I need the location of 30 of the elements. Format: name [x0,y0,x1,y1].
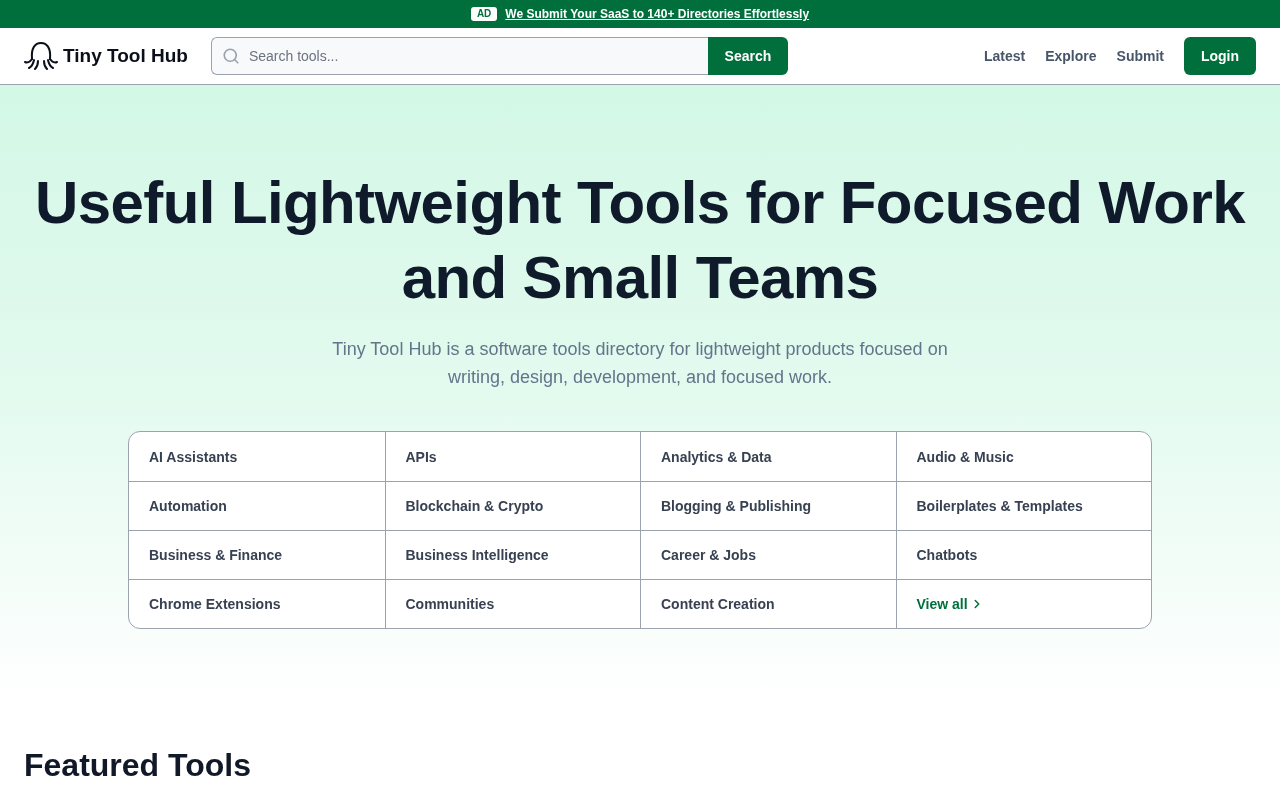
category-link[interactable]: Career & Jobs [640,530,896,579]
search-icon [221,47,240,65]
category-link[interactable]: Chatbots [895,530,1151,579]
nav-link[interactable]: Latest [983,48,1026,64]
category-link[interactable]: Blogging & Publishing [640,481,896,530]
category-link[interactable]: Content Creation [640,579,896,628]
nav-link[interactable]: Explore [1045,48,1097,64]
hero-subtitle: Tiny Tool Hub is a software tools directory for lightweight products focused on writing, design, development, and focused work. [331,338,949,389]
category-link[interactable]: Blockchain & Crypto [384,481,640,530]
banner-link[interactable]: We Submit Your SaaS to 140+ Directories Effortlessly [505,7,810,21]
nav-link[interactable]: Submit [1116,48,1164,64]
octopus-logo-icon [24,42,58,70]
section-heading: Featured Tools [24,747,252,784]
category-link[interactable]: Automation [129,481,385,530]
category-link[interactable]: Boilerplates & Templates [895,481,1151,530]
category-link[interactable]: APIs [384,432,640,481]
category-link[interactable]: Audio & Music [895,432,1151,481]
search-button[interactable]: Search [707,37,788,75]
category-link[interactable]: Business & Finance [129,530,385,579]
login-button[interactable]: Login [1184,37,1256,75]
category-link[interactable]: Chrome Extensions [129,579,385,628]
category-link[interactable]: Analytics & Data [640,432,896,481]
category-link[interactable]: AI Assistants [129,432,385,481]
search-field[interactable]: Search tools... [210,37,708,75]
ad-label: AD [470,7,498,21]
site-logo[interactable]: Tiny Tool Hub [24,42,188,70]
category-link[interactable]: Communities [384,579,640,628]
hero-title: Useful Lightweight Tools for Focused Work and Small Teams [34,168,1247,313]
category-link[interactable]: Business Intelligence [384,530,640,579]
view-all-link[interactable]: View all [895,579,1151,628]
